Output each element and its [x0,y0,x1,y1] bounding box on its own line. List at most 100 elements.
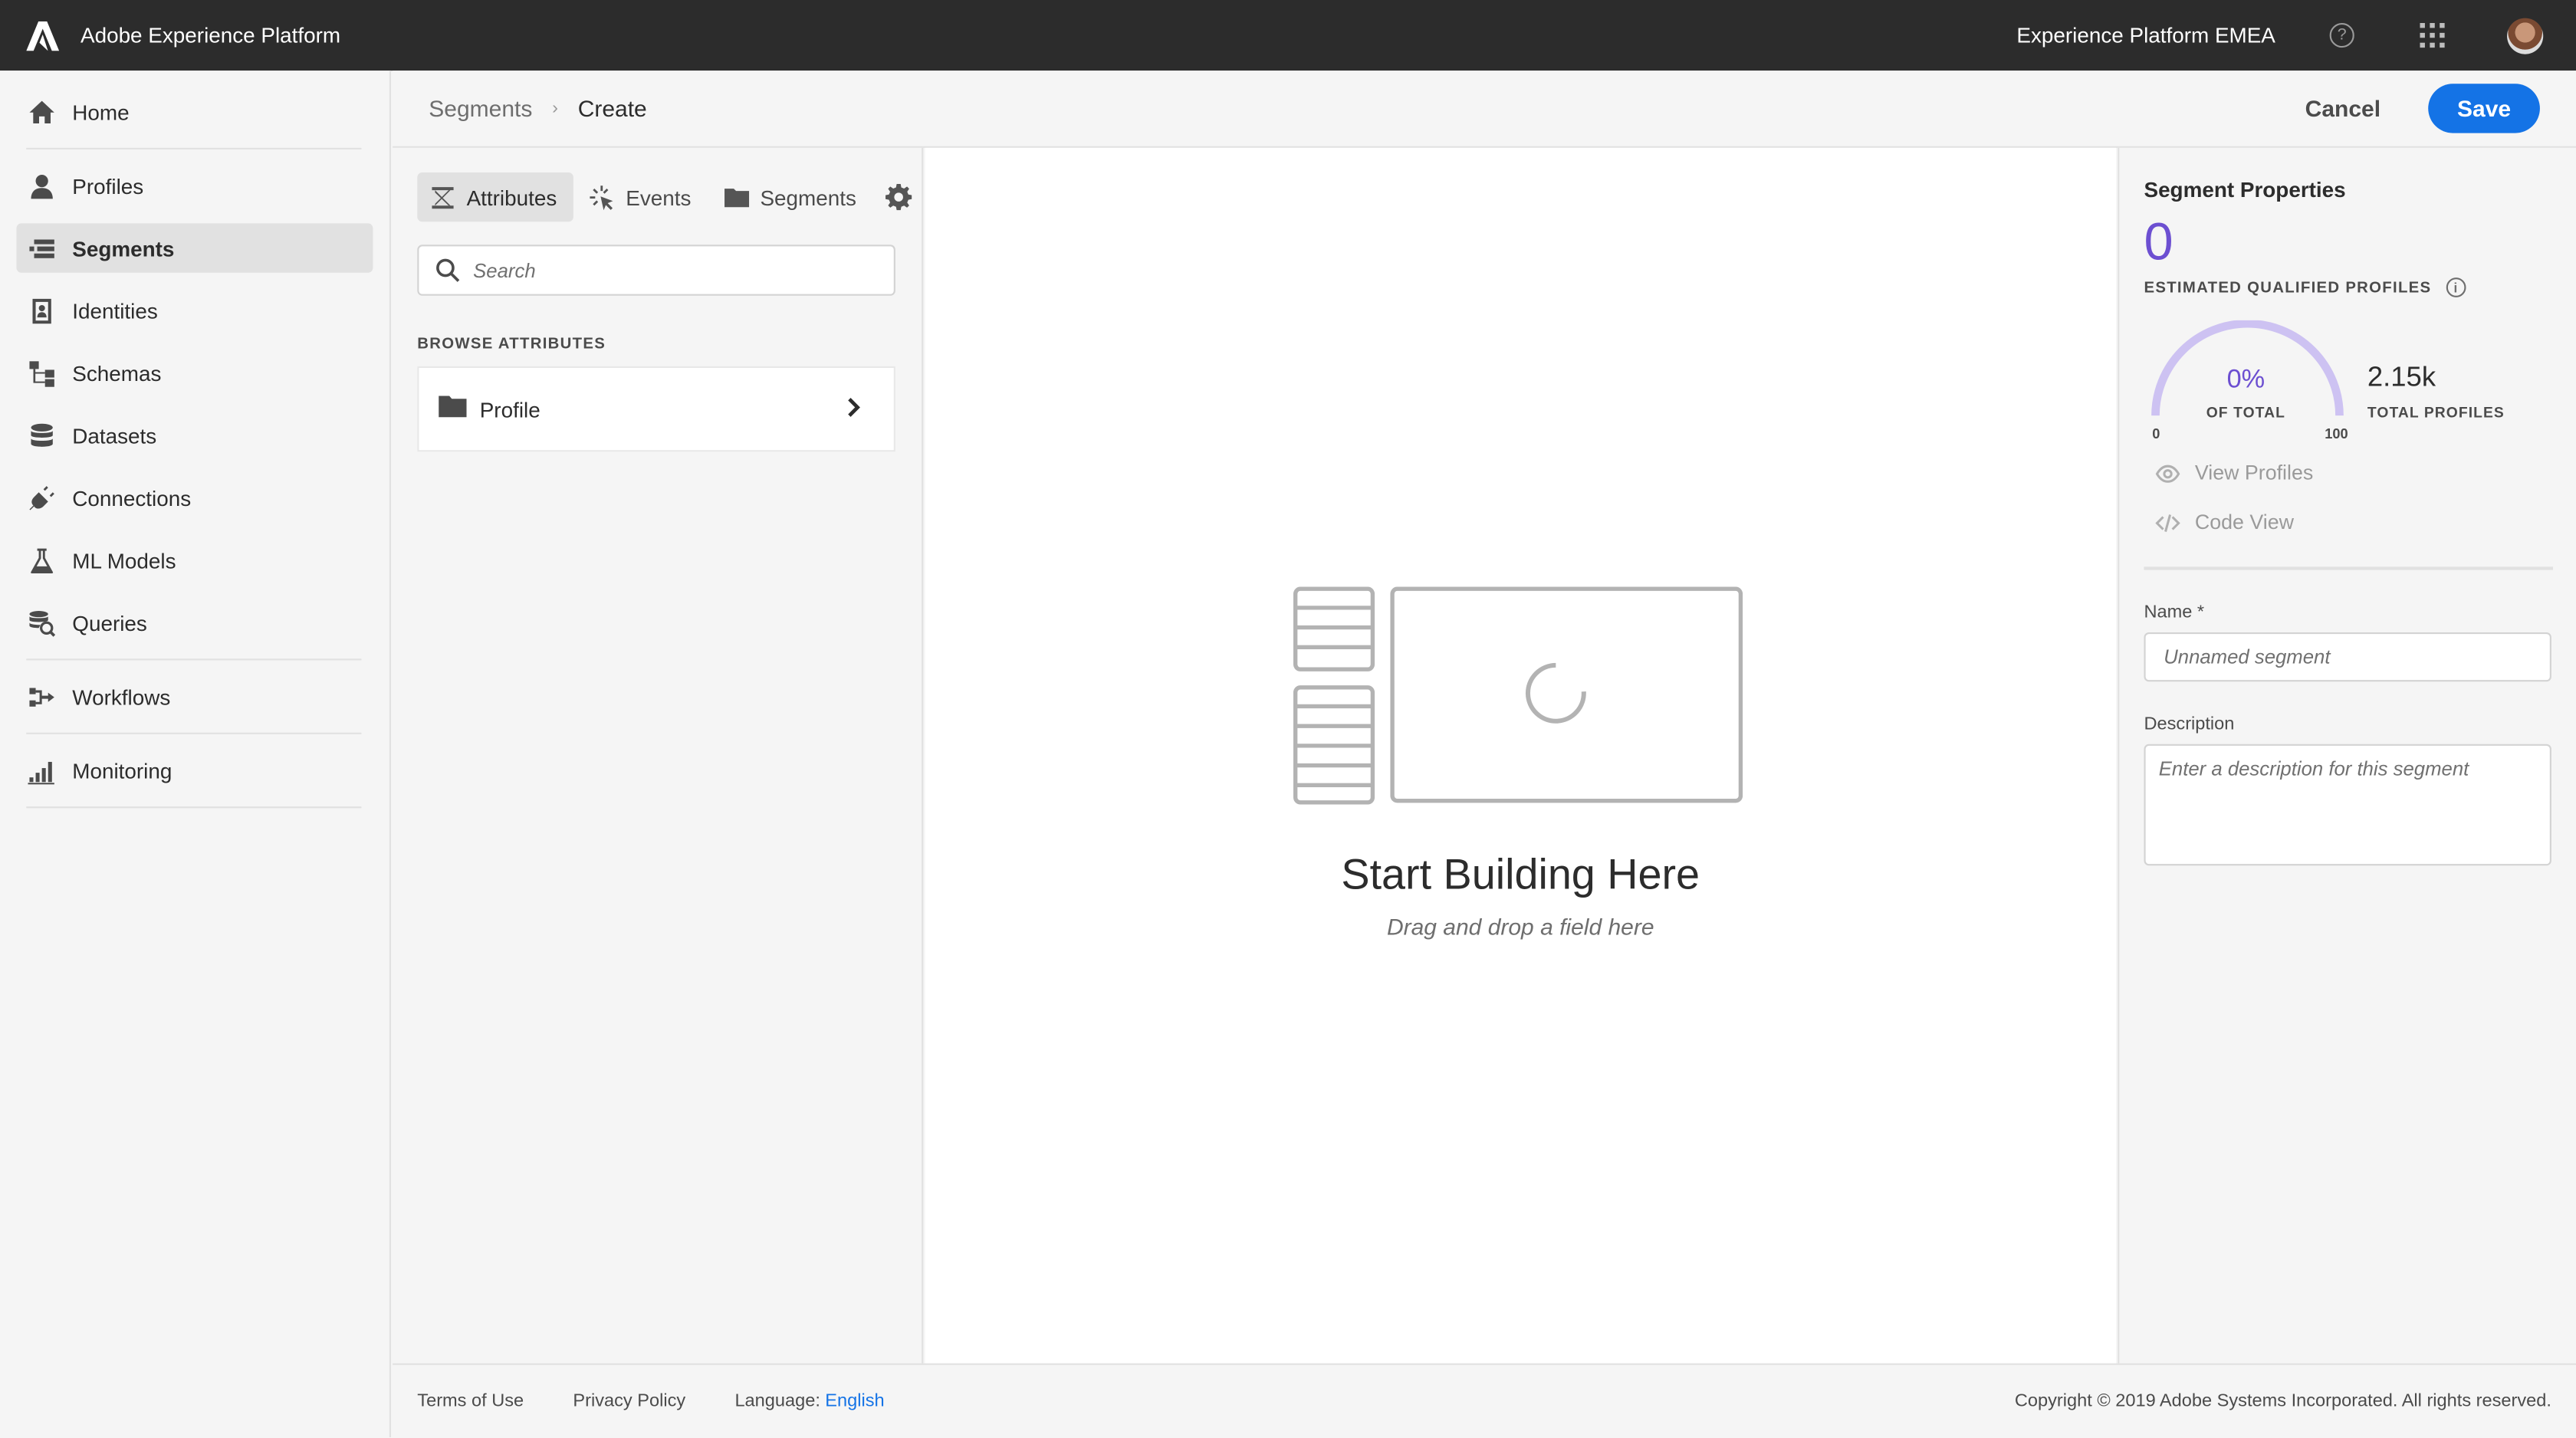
field-browser-panel: Attributes Events Segments BROWSE ATTRIB… [393,147,924,1364]
sidebar-item-label: Datasets [72,422,157,448]
view-profiles-label: View Profiles [2194,461,2314,485]
tab-segments[interactable]: Segments [711,172,872,222]
events-icon [590,185,613,210]
browse-item-label: Profile [479,396,540,422]
sidebar-divider [26,806,362,809]
tab-label: Segments [760,185,856,210]
sidebar-item-monitoring[interactable]: Monitoring [16,746,373,795]
attribute-search [417,245,895,296]
gauge-percent: 0% [2226,366,2266,395]
code-view-link[interactable]: Code View [2155,497,2551,547]
sidebar-item-profiles[interactable]: Profiles [16,161,373,210]
description-label: Description [2144,714,2235,734]
sidebar-divider [26,732,362,734]
view-profiles-link[interactable]: View Profiles [2155,448,2551,497]
plug-icon [26,483,56,513]
field-type-tabs: Attributes Events Segments [393,148,922,222]
help-icon[interactable]: ? [2329,23,2354,48]
identity-icon [26,296,56,326]
total-profiles-count: 2.15k [2367,361,2436,393]
sidebar-item-label: Schemas [72,360,162,386]
properties-divider [2144,566,2554,570]
search-icon [436,258,460,282]
home-icon [26,97,56,126]
canvas-title: Start Building Here [1341,849,1700,899]
sidebar-item-queries[interactable]: Queries [16,598,373,647]
language-label: Language: [734,1391,820,1411]
segment-canvas[interactable]: Start Building Here Drag and drop a fiel… [925,147,2117,1364]
total-profiles-label: TOTAL PROFILES [2367,404,2505,421]
browse-attributes-heading: BROWSE ATTRIBUTES [417,335,606,353]
sidebar-item-datasets[interactable]: Datasets [16,411,373,460]
app-switcher-icon[interactable] [2420,23,2445,48]
cancel-button[interactable]: Cancel [2305,95,2380,121]
sidebar-divider [26,658,362,661]
breadcrumb-current: Create [577,95,647,122]
user-avatar[interactable] [2507,17,2544,54]
app-title: Adobe Experience Platform [80,23,341,48]
sidebar-item-ml-models[interactable]: ML Models [16,536,373,585]
tab-label: Events [626,185,692,210]
chevron-right-icon: › [552,98,558,119]
browse-item-profile[interactable]: Profile [417,366,895,452]
code-icon [2155,513,2180,531]
sidebar-item-label: Monitoring [72,757,172,783]
search-input[interactable] [473,258,868,282]
schema-icon [26,358,56,388]
chevron-right-icon [846,396,861,422]
name-label: Name * [2144,602,2205,623]
sidebar-item-home[interactable]: Home [16,87,373,136]
info-icon[interactable]: i [2446,277,2466,297]
org-switcher[interactable]: Experience Platform EMEA [2016,23,2275,48]
empty-canvas-illustration [1293,586,1743,805]
gear-icon[interactable] [886,184,912,211]
language-selector[interactable]: Language: English [734,1391,884,1411]
sidebar-item-label: Connections [72,485,192,511]
estimated-label: ESTIMATED QUALIFIED PROFILES i [2144,277,2551,297]
workflow-icon [26,681,56,711]
estimated-count: 0 [2144,212,2174,271]
save-button[interactable]: Save [2428,84,2540,133]
sidebar-item-identities[interactable]: Identities [16,286,373,335]
database-icon [26,421,56,451]
estimated-label-text: ESTIMATED QUALIFIED PROFILES [2144,278,2432,297]
page-header: Segments › Create Cancel Save [393,71,2576,148]
sidebar-item-connections[interactable]: Connections [16,473,373,522]
breadcrumb-segments-link[interactable]: Segments [429,95,532,121]
sidebar-item-segments[interactable]: Segments [16,223,373,273]
segment-properties-panel: Segment Properties 0 ESTIMATED QUALIFIED… [2118,147,2576,1364]
tab-events[interactable]: Events [577,172,708,222]
sidebar-item-schemas[interactable]: Schemas [16,348,373,397]
top-bar-actions: Experience Platform EMEA ? [2016,0,2576,71]
code-view-label: Code View [2194,511,2294,534]
sidebar-item-label: Home [72,99,130,124]
terms-link[interactable]: Terms of Use [417,1391,524,1411]
eye-icon [2155,464,2180,482]
copyright: Copyright © 2019 Adobe Systems Incorpora… [2014,1391,2551,1411]
sidebar-item-label: ML Models [72,547,176,573]
privacy-link[interactable]: Privacy Policy [573,1391,685,1411]
header-actions: Cancel Save [2305,84,2540,133]
top-bar: Adobe Experience Platform Experience Pla… [0,0,2576,71]
sidebar: Home Profiles Segments Identities Schema… [0,71,392,1438]
language-value[interactable]: English [825,1391,884,1411]
sidebar-item-workflows[interactable]: Workflows [16,671,373,721]
segment-description-field[interactable] [2144,744,2551,866]
tab-label: Attributes [466,185,557,210]
brand[interactable]: Adobe Experience Platform [0,20,341,51]
tab-attributes[interactable]: Attributes [417,172,573,222]
gauge-of-total: OF TOTAL [2206,404,2285,421]
footer: Terms of Use Privacy Policy Language: Eng… [393,1363,2576,1438]
sidebar-item-label: Identities [72,297,158,323]
folder-icon [724,188,749,207]
adobe-logo-icon [26,20,60,51]
chart-icon [26,756,56,786]
sidebar-item-label: Queries [72,610,147,635]
profile-icon [26,171,56,201]
flask-icon [26,545,56,575]
segment-name-field[interactable] [2144,632,2551,682]
qualified-gauge: 0% OF TOTAL 0 100 2.15k TOTAL PROFILES [2144,310,2551,448]
breadcrumb: Segments › Create [393,95,647,122]
sidebar-item-label: Segments [72,235,175,261]
gauge-max: 100 [2325,425,2348,442]
